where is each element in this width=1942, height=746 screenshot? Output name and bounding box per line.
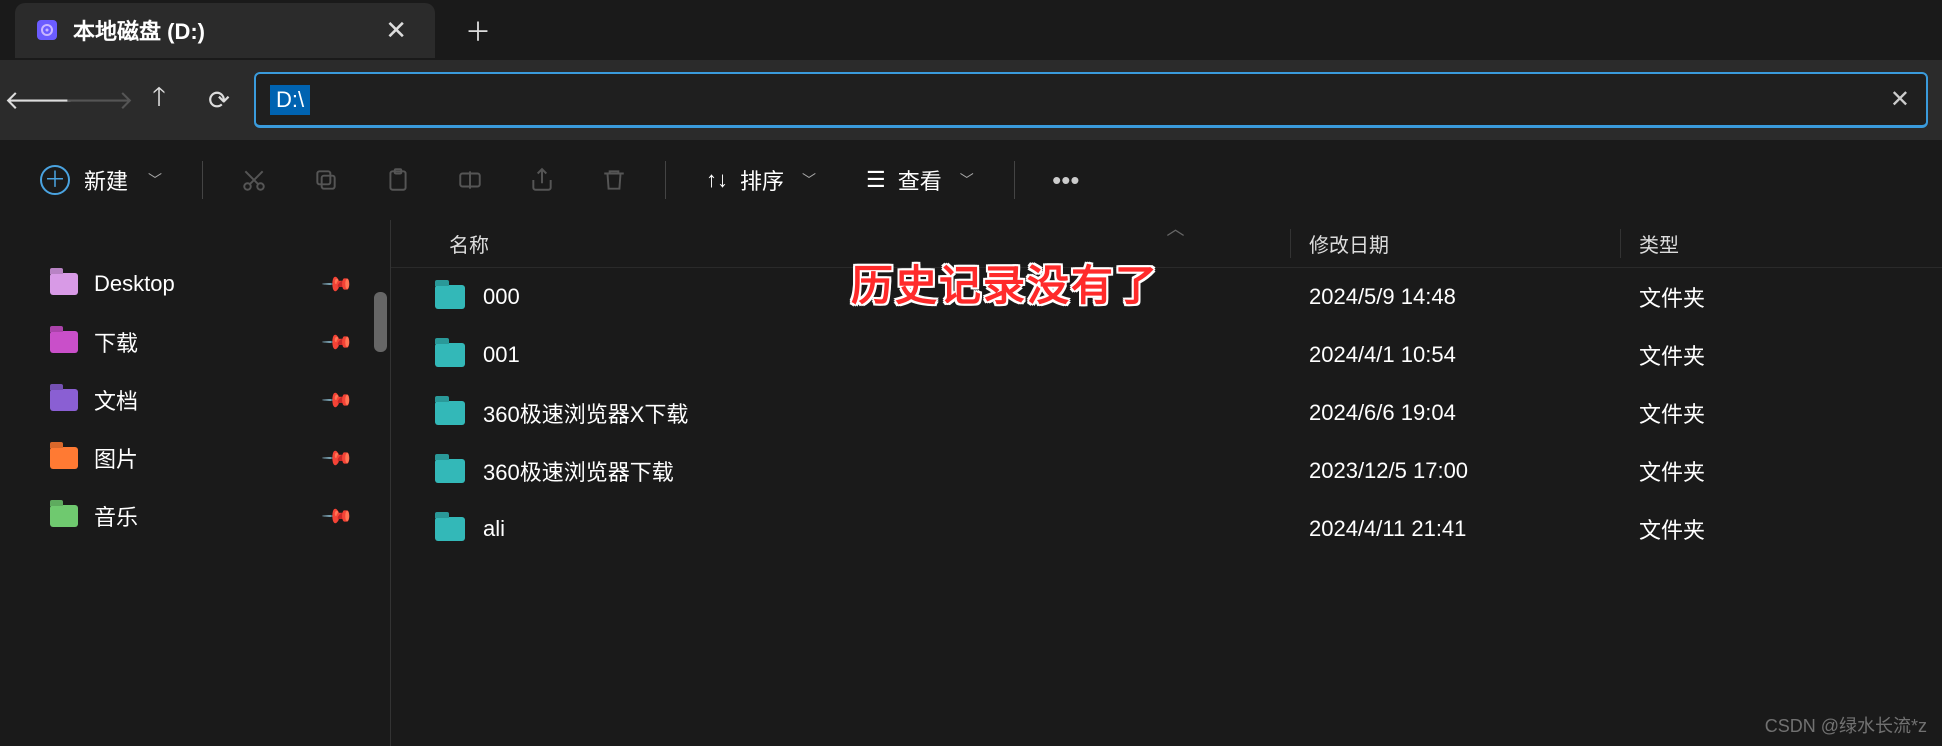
cut-icon[interactable] [233,159,275,201]
separator [665,161,666,199]
folder-icon [435,459,465,483]
refresh-button[interactable]: ⟳ [194,75,244,125]
file-type: 文件夹 [1621,455,1942,487]
file-row[interactable]: 360极速浏览器下载 2023/12/5 17:00文件夹 [391,442,1942,500]
file-date: 2024/4/11 21:41 [1291,516,1621,542]
forward-button[interactable]: 🡒 [74,75,124,125]
chevron-down-icon: ﹀ [802,170,816,190]
address-text: D:\ [270,85,310,115]
copy-icon[interactable] [305,159,347,201]
chevron-up-icon[interactable]: ︿ [1167,215,1185,241]
file-type: 文件夹 [1621,339,1942,371]
address-bar[interactable]: D:\ ✕ [254,72,1928,128]
folder-icon [435,401,465,425]
sidebar-item-1[interactable]: 下载 📌 [50,313,390,371]
file-name: ali [483,516,505,542]
plus-circle-icon: ＋ [40,165,70,195]
file-date: 2024/5/9 14:48 [1291,284,1621,310]
pin-icon[interactable]: 📌 [320,266,355,301]
sidebar-item-label: Desktop [94,271,175,297]
new-tab-button[interactable]: ＋ [435,0,521,61]
folder-icon [50,331,78,353]
back-button[interactable]: 🡐 [14,75,64,125]
separator [1014,161,1015,199]
file-row[interactable]: 360极速浏览器X下载 2024/6/6 19:04文件夹 [391,384,1942,442]
new-label: 新建 [84,164,128,196]
sidebar-item-3[interactable]: 图片 📌 [50,429,390,487]
sidebar-item-2[interactable]: 文档 📌 [50,371,390,429]
disk-icon [35,18,59,42]
folder-icon [435,285,465,309]
separator [202,161,203,199]
paste-icon[interactable] [377,159,419,201]
file-date: 2024/4/1 10:54 [1291,342,1621,368]
tab-title: 本地磁盘 (D:) [73,14,363,46]
sidebar-scrollbar[interactable] [374,292,387,352]
chevron-down-icon: ﹀ [960,170,974,190]
file-row[interactable]: 000 2024/5/9 14:48文件夹 [391,268,1942,326]
pin-icon[interactable]: 📌 [320,324,355,359]
sidebar-item-0[interactable]: Desktop 📌 [50,255,390,313]
rename-icon[interactable] [449,159,491,201]
annotation-text: 历史记录没有了 [851,252,1159,313]
folder-icon [50,389,78,411]
close-tab-icon[interactable]: ✕ [377,12,415,49]
file-type: 文件夹 [1621,281,1942,313]
file-name: 360极速浏览器X下载 [483,397,688,429]
sort-icon: ↑↓ [706,167,728,193]
folder-icon [50,447,78,469]
file-date: 2024/6/6 19:04 [1291,400,1621,426]
view-button[interactable]: ☰ 查看 ﹀ [856,156,984,204]
column-header-type[interactable]: 类型 [1621,229,1942,258]
more-icon[interactable]: ••• [1045,159,1087,201]
sidebar-item-label: 音乐 [94,500,138,532]
pin-icon[interactable]: 📌 [320,440,355,475]
file-name: 000 [483,284,520,310]
pin-icon[interactable]: 📌 [320,498,355,533]
sort-button[interactable]: ↑↓ 排序 ﹀ [696,156,826,204]
sidebar-item-label: 文档 [94,384,138,416]
pin-icon[interactable]: 📌 [320,382,355,417]
file-list-header: ︿ 名称 修改日期 类型 [391,220,1942,268]
folder-icon [435,343,465,367]
sidebar-item-4[interactable]: 音乐 📌 [50,487,390,545]
up-button[interactable]: 🡑 [134,75,184,125]
sidebar-item-label: 下载 [94,326,138,358]
navigation-sidebar: Desktop 📌 下载 📌 文档 📌 图片 📌 音乐 📌 [0,220,390,746]
file-row[interactable]: ali 2024/4/11 21:41文件夹 [391,500,1942,558]
watermark-text: CSDN @绿水长流*z [1765,712,1927,738]
delete-icon[interactable] [593,159,635,201]
folder-icon [50,273,78,295]
folder-icon [435,517,465,541]
active-tab[interactable]: 本地磁盘 (D:) ✕ [15,3,435,58]
column-header-date[interactable]: 修改日期 [1291,229,1621,258]
content-area: Desktop 📌 下载 📌 文档 📌 图片 📌 音乐 📌 ︿ 名称 修改日期 类型 000 202… [0,220,1942,746]
file-name: 360极速浏览器下载 [483,455,674,487]
nav-row: 🡐 🡒 🡑 ⟳ D:\ ✕ [0,60,1942,140]
clear-address-icon[interactable]: ✕ [1890,85,1910,114]
view-icon: ☰ [866,167,886,193]
folder-icon [50,505,78,527]
chevron-down-icon: ﹀ [148,170,162,190]
tab-bar: 本地磁盘 (D:) ✕ ＋ [0,0,1942,60]
sort-label: 排序 [740,164,784,196]
file-name: 001 [483,342,520,368]
file-row[interactable]: 001 2024/4/1 10:54文件夹 [391,326,1942,384]
share-icon[interactable] [521,159,563,201]
file-type: 文件夹 [1621,397,1942,429]
toolbar: ＋ 新建 ﹀ ↑↓ 排序 ﹀ ☰ 查看 ﹀ ••• [0,140,1942,220]
new-button[interactable]: ＋ 新建 ﹀ [30,156,172,204]
sidebar-item-label: 图片 [94,442,138,474]
view-label: 查看 [898,164,942,196]
file-date: 2023/12/5 17:00 [1291,458,1621,484]
file-type: 文件夹 [1621,513,1942,545]
file-list: ︿ 名称 修改日期 类型 0002024/5/9 14:48文件夹0012024… [390,220,1942,746]
